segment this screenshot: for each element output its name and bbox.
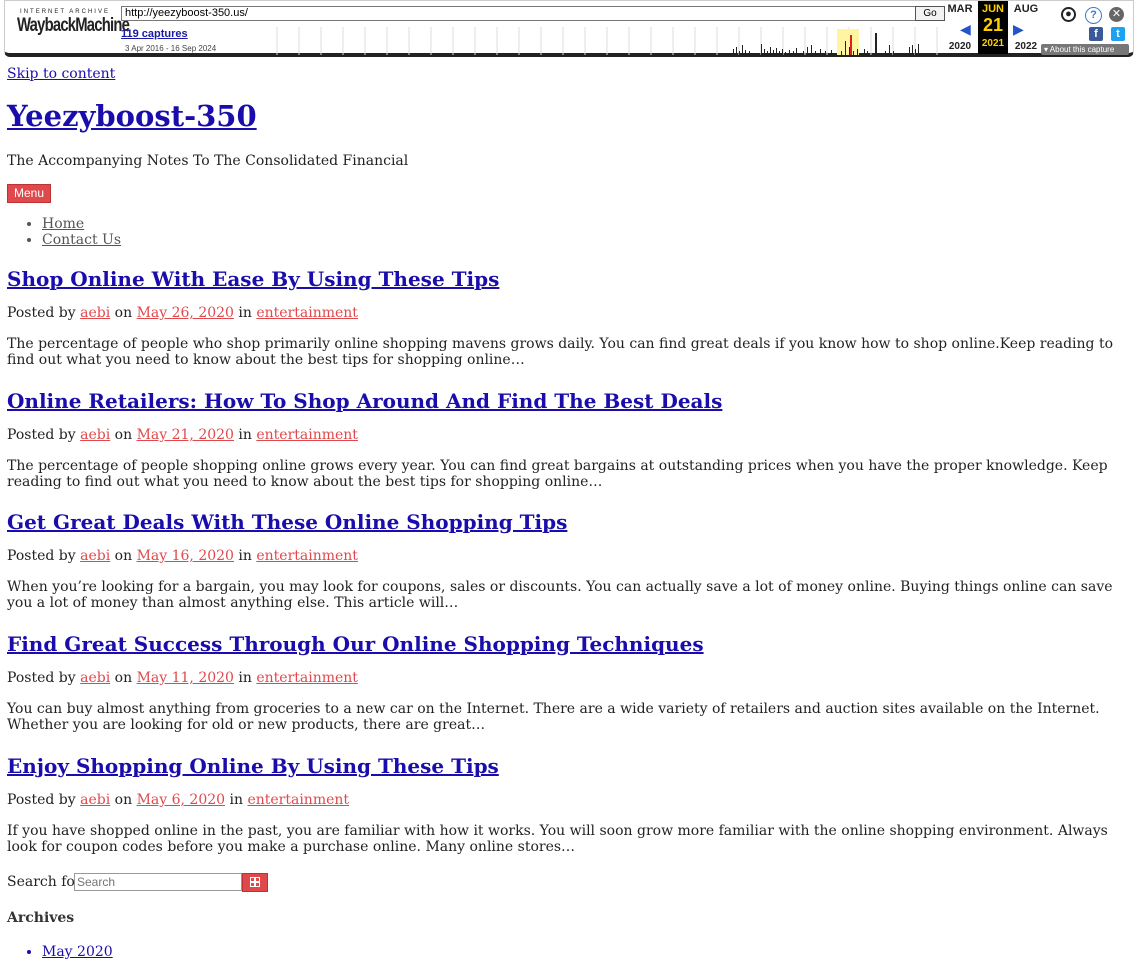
post-article: Enjoy Shopping Online By Using These Tip…: [7, 754, 1133, 855]
nav-item-label[interactable]: Home: [42, 216, 84, 232]
post-date-link[interactable]: May 21, 2020: [137, 427, 234, 443]
post-category-link[interactable]: entertainment: [256, 670, 358, 686]
post-date-link[interactable]: May 11, 2020: [137, 670, 234, 686]
posted-by-label: Posted by: [7, 670, 76, 686]
wayback-current-capture: JUN 21 2021: [978, 1, 1008, 54]
wayback-next-month[interactable]: AUG: [1011, 3, 1041, 15]
post-title-link[interactable]: Get Great Deals With These Online Shoppi…: [7, 510, 1133, 534]
search-input[interactable]: [74, 873, 242, 891]
site-title[interactable]: Yeezyboost-350: [7, 99, 257, 133]
prev-capture-arrow-icon[interactable]: ◀: [960, 21, 971, 38]
next-capture-arrow-icon[interactable]: ▶: [1013, 21, 1024, 38]
about-capture-button[interactable]: ▾ About this capture: [1041, 44, 1129, 55]
post-excerpt: If you have shopped online in the past, …: [7, 823, 1108, 855]
wayback-go-button[interactable]: Go: [915, 6, 945, 21]
site-tagline: The Accompanying Notes To The Consolidat…: [7, 153, 409, 169]
wayback-cur-year: 2021: [981, 38, 1005, 49]
wayback-date-range: 3 Apr 2016 - 16 Sep 2024: [125, 44, 217, 53]
user-account-icon[interactable]: ●: [1061, 7, 1076, 22]
in-label: in: [238, 305, 252, 321]
wayback-capture-sparkline[interactable]: [275, 27, 941, 55]
on-label: on: [114, 305, 133, 321]
post-author-link[interactable]: aebi: [80, 792, 110, 808]
search-button[interactable]: [242, 873, 268, 892]
post-author-link[interactable]: aebi: [80, 670, 110, 686]
post-meta: Posted by aebi on May 16, 2020 in entert…: [7, 548, 358, 564]
post-excerpt: You can buy almost anything from groceri…: [7, 701, 1100, 733]
close-icon[interactable]: ✕: [1109, 7, 1124, 22]
on-label: on: [114, 792, 133, 808]
post-author-link[interactable]: aebi: [80, 305, 110, 321]
nav-item-contact[interactable]: Contact Us: [42, 232, 121, 248]
wayback-logo[interactable]: INTERNET ARCHIVE WaybackMachine: [17, 9, 130, 47]
post-title-link[interactable]: Online Retailers: How To Shop Around And…: [7, 389, 1133, 413]
posted-by-label: Posted by: [7, 427, 76, 443]
on-label: on: [114, 670, 133, 686]
twitter-icon[interactable]: t: [1111, 27, 1125, 41]
post-author-link[interactable]: aebi: [80, 427, 110, 443]
wayback-cur-month: JUN: [981, 3, 1004, 15]
wayback-prev-month[interactable]: MAR: [945, 3, 975, 15]
post-excerpt: When you’re looking for a bargain, you m…: [7, 579, 1113, 611]
facebook-icon[interactable]: f: [1089, 27, 1103, 41]
in-label: in: [238, 548, 252, 564]
wayback-cur-day: 21: [982, 15, 1004, 35]
wayback-url-input[interactable]: http://yeezyboost-350.us/: [121, 6, 916, 21]
post-title-link[interactable]: Find Great Success Through Our Online Sh…: [7, 632, 1133, 656]
wayback-toolbar: INTERNET ARCHIVE WaybackMachine http://y…: [4, 0, 1134, 57]
wayback-prev-year[interactable]: 2020: [945, 41, 975, 52]
post-article: Find Great Success Through Our Online Sh…: [7, 632, 1133, 733]
post-date-link[interactable]: May 16, 2020: [137, 548, 234, 564]
post-date-link[interactable]: May 26, 2020: [137, 305, 234, 321]
archives-heading: Archives: [7, 910, 75, 926]
post-excerpt: The percentage of people who shop primar…: [7, 336, 1114, 368]
post-category-link[interactable]: entertainment: [256, 427, 358, 443]
post-author-link[interactable]: aebi: [80, 548, 110, 564]
on-label: on: [114, 548, 133, 564]
caret-down-icon: ▾: [1044, 45, 1049, 54]
skip-to-content-link[interactable]: Skip to content: [7, 66, 115, 82]
search-icon: [250, 876, 260, 887]
post-category-link[interactable]: entertainment: [256, 305, 358, 321]
post-date-link[interactable]: May 6, 2020: [137, 792, 225, 808]
archive-item[interactable]: May 2020: [42, 944, 113, 960]
post-title-link[interactable]: Enjoy Shopping Online By Using These Tip…: [7, 754, 1133, 778]
wayback-captures-link[interactable]: 119 captures: [121, 28, 188, 40]
in-label: in: [229, 792, 244, 808]
on-label: on: [114, 427, 133, 443]
in-label: in: [238, 670, 252, 686]
main-navigation: Home Contact Us: [42, 216, 121, 248]
post-category-link[interactable]: entertainment: [247, 792, 349, 808]
wayback-next-year[interactable]: 2022: [1011, 41, 1041, 52]
archives-list: May 2020: [42, 944, 113, 960]
post-meta: Posted by aebi on May 11, 2020 in entert…: [7, 670, 358, 686]
post-title-link[interactable]: Shop Online With Ease By Using These Tip…: [7, 267, 1133, 291]
about-capture-label: About this capture: [1049, 45, 1115, 54]
nav-item-home[interactable]: Home: [42, 216, 121, 232]
post-excerpt: The percentage of people shopping online…: [7, 458, 1108, 490]
post-category-link[interactable]: entertainment: [256, 548, 358, 564]
post-article: Shop Online With Ease By Using These Tip…: [7, 267, 1133, 368]
post-article: Get Great Deals With These Online Shoppi…: [7, 510, 1133, 611]
nav-item-label[interactable]: Contact Us: [42, 232, 121, 248]
in-label: in: [238, 427, 252, 443]
post-meta: Posted by aebi on May 21, 2020 in entert…: [7, 427, 358, 443]
posted-by-label: Posted by: [7, 548, 76, 564]
menu-button[interactable]: Menu: [7, 184, 51, 203]
archive-item-link[interactable]: May 2020: [42, 944, 113, 960]
posted-by-label: Posted by: [7, 305, 76, 321]
posted-by-label: Posted by: [7, 792, 76, 808]
post-meta: Posted by aebi on May 26, 2020 in entert…: [7, 305, 358, 321]
post-article: Online Retailers: How To Shop Around And…: [7, 389, 1133, 490]
post-meta: Posted by aebi on May 6, 2020 in enterta…: [7, 792, 349, 808]
wayback-logo-main: WaybackMachine: [17, 15, 130, 36]
help-icon[interactable]: ?: [1085, 7, 1102, 24]
